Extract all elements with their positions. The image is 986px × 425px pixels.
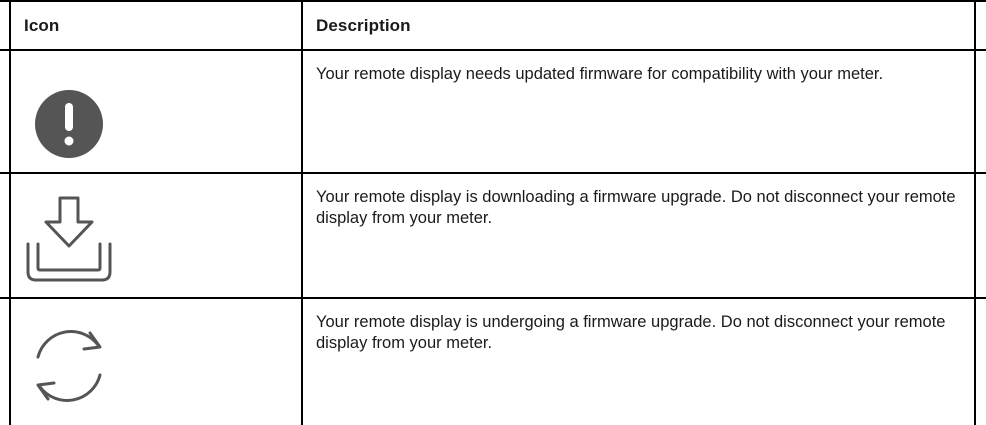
header-icon-column: Icon [24,16,60,35]
download-icon [24,194,114,284]
table-row: Your remote display is downloading a fir… [0,174,986,299]
header-description-column: Description [316,16,411,35]
table-header-row: Icon Description [0,0,986,51]
sync-refresh-icon [24,321,114,411]
table-border-left [9,0,11,425]
table-column-divider [301,0,303,425]
icon-description-table: Icon Description Your remote display nee… [0,0,986,425]
row-description: Your remote display needs updated firmwa… [316,65,884,83]
row-description: Your remote display is undergoing a firm… [316,313,946,352]
table-border-right [974,0,976,425]
table-row: Your remote display needs updated firmwa… [0,51,986,174]
alert-exclamation-icon [24,79,114,169]
row-description: Your remote display is downloading a fir… [316,188,956,227]
table-row: Your remote display is undergoing a firm… [0,299,986,425]
